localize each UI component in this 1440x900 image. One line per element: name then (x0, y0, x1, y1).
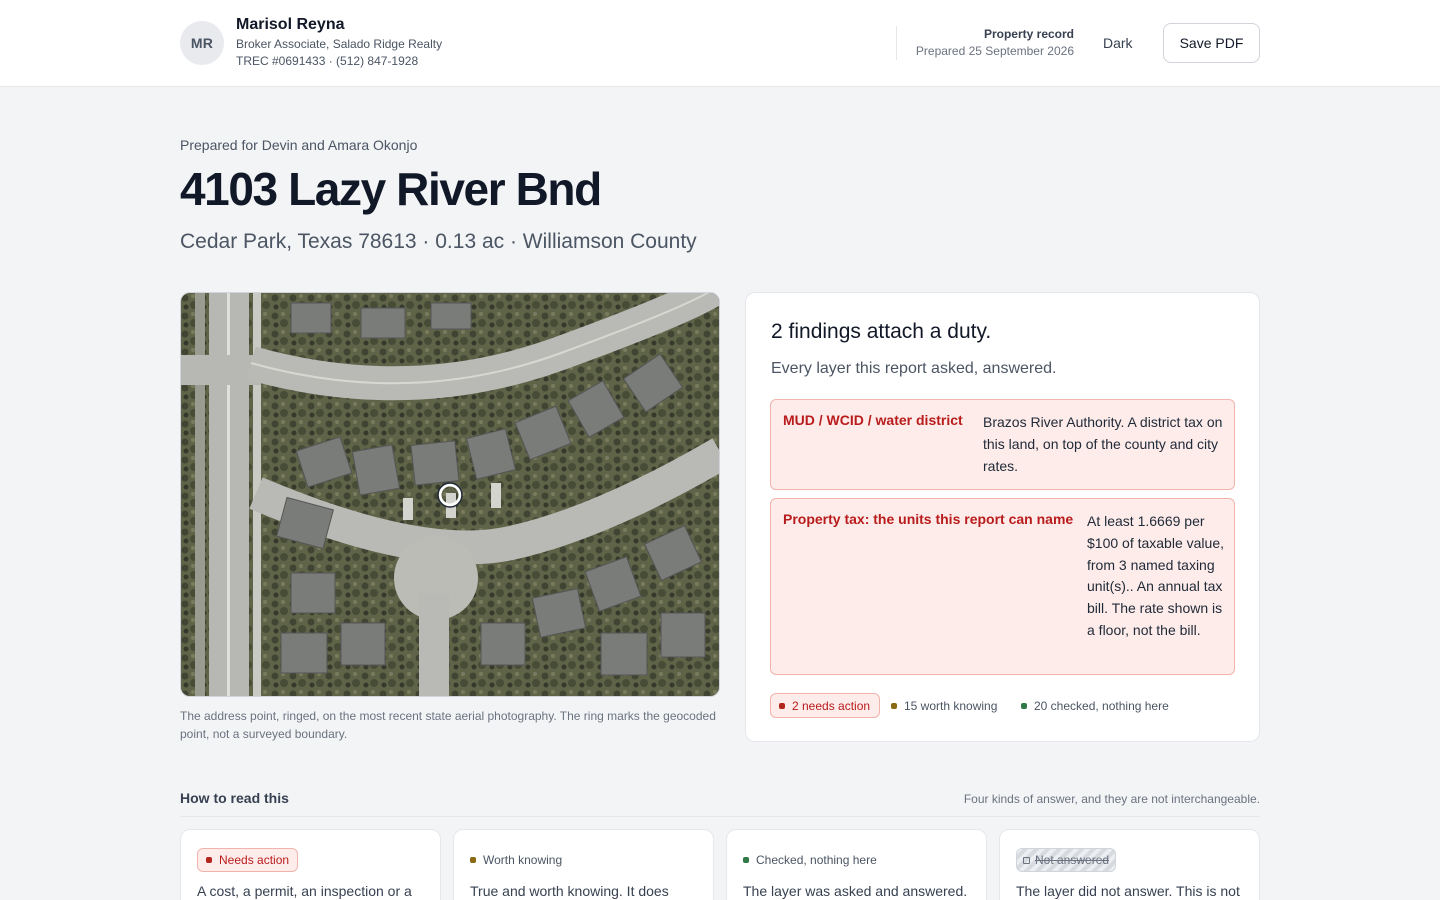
chip-label: Needs action (219, 853, 290, 867)
record-title: Property record (983, 27, 1074, 41)
property-location: Cedar Park, Texas 78613 · 0.13 ac · Will… (180, 230, 697, 253)
checked-chip: Checked, nothing here (743, 848, 877, 872)
agent-license: TREC #0691433 · (512) 847-1928 (236, 54, 419, 68)
findings-title: 2 findings attach a duty. (771, 320, 992, 343)
checked-count: 20 checked, nothing here (1021, 693, 1169, 718)
finding-water-district: MUD / WCID / water district Brazos River… (770, 399, 1235, 490)
needs-action-dot-icon (779, 702, 785, 709)
worth-knowing-count-label: 15 worth knowing (904, 698, 998, 713)
legend-card-text: The layer was asked and answered. (743, 883, 968, 899)
finding-text: At least 1.6669 per $100 of taxable valu… (1087, 513, 1224, 638)
finding-label: Property tax: the units this report can … (783, 511, 1074, 527)
header-divider (896, 26, 897, 60)
section-note: Four kinds of answer, and they are not i… (963, 792, 1260, 806)
legend-card-text: True and worth knowing. It does (470, 883, 669, 899)
record-prepared-date: Prepared 25 September 2026 (915, 44, 1074, 58)
checked-count-label: 20 checked, nothing here (1034, 698, 1169, 713)
save-pdf-button[interactable]: Save PDF (1163, 23, 1260, 63)
section-title-how-to-read: How to read this (180, 790, 289, 806)
finding-label: MUD / WCID / water district (783, 412, 963, 428)
needs-action-chip: Needs action (197, 848, 299, 872)
chip-label: Checked, nothing here (756, 853, 877, 867)
finding-property-tax: Property tax: the units this report can … (770, 498, 1235, 675)
agent-role: Broker Associate, Salado Ridge Realty (236, 37, 443, 51)
not-answered-chip: Not answered (1016, 848, 1117, 872)
section-divider (180, 816, 1260, 817)
aerial-photo (180, 292, 720, 697)
legend-card-checked: Checked, nothing here The layer was aske… (726, 829, 987, 900)
legend-card-worth-knowing: Worth knowing True and worth knowing. It… (453, 829, 714, 900)
empty-box-icon (1023, 856, 1030, 864)
legend-card-needs-action: Needs action A cost, a permit, an inspec… (180, 829, 441, 900)
worth-knowing-dot-icon (891, 702, 897, 709)
chip-label: Worth knowing (483, 853, 563, 867)
needs-action-count: 2 needs action (770, 693, 881, 718)
legend-card-not-answered: Not answered The layer did not answer. T… (999, 829, 1260, 900)
findings-subtitle: Every layer this report asked, answered. (771, 360, 1057, 377)
chip-label: Not answered (1035, 853, 1110, 867)
dark-mode-toggle[interactable]: Dark (1092, 24, 1144, 62)
avatar: MR (180, 21, 224, 65)
needs-action-dot-icon (206, 857, 212, 863)
legend-card-text: A cost, a permit, an inspection or a (197, 883, 412, 899)
checked-dot-icon (743, 857, 749, 863)
worth-knowing-count: 15 worth knowing (891, 693, 997, 718)
findings-card: 2 findings attach a duty. Every layer th… (745, 292, 1260, 742)
worth-knowing-chip: Worth knowing (470, 848, 562, 872)
page-title: 4103 Lazy River Bnd (180, 163, 602, 215)
needs-action-count-label: 2 needs action (792, 698, 871, 713)
top-bar: MR Marisol Reyna Broker Associate, Salad… (0, 0, 1440, 87)
aerial-caption: The address point, ringed, on the most r… (180, 709, 716, 741)
checked-dot-icon (1021, 702, 1027, 709)
worth-knowing-dot-icon (470, 857, 476, 863)
prepared-for: Prepared for Devin and Amara Okonjo (180, 137, 418, 153)
agent-name: Marisol Reyna (236, 16, 345, 33)
finding-text: Brazos River Authority. A district tax o… (983, 414, 1223, 474)
legend-card-text: The layer did not answer. This is not (1016, 883, 1240, 899)
